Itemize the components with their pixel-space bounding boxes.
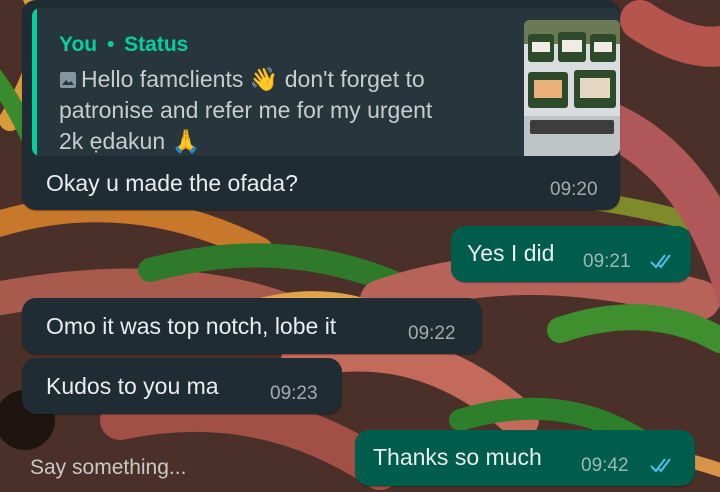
message-bubble-outgoing[interactable]: Yes I did 09:21: [451, 226, 691, 282]
message-text: Thanks so much: [373, 444, 542, 470]
message-bubble-incoming[interactable]: Omo it was top notch, lobe it 09:22: [22, 298, 482, 354]
status-thumbnail: [524, 20, 620, 156]
message-time: 09:42: [581, 455, 629, 476]
message-bubble-outgoing[interactable]: Thanks so much 09:42: [355, 430, 695, 486]
message-text: Yes I did: [467, 240, 555, 266]
message-input[interactable]: Say something...: [0, 440, 355, 492]
quote-text-line: 2k ẹdakun 🙏: [59, 128, 201, 154]
message-bubble-incoming[interactable]: You • Status Hello famclients 👋 don't fo…: [22, 0, 620, 210]
message-text: Kudos to you ma: [46, 373, 219, 399]
quoted-status[interactable]: You • Status Hello famclients 👋 don't fo…: [32, 8, 620, 156]
message-time: 09:22: [408, 323, 456, 344]
image-icon: [60, 72, 76, 88]
message-input-placeholder: Say something...: [30, 456, 187, 479]
quote-author: You • Status: [59, 33, 189, 56]
message-time: 09:21: [583, 251, 631, 272]
quote-accent-bar: [32, 8, 37, 156]
read-receipt-icon: [650, 458, 671, 473]
message-bubble-incoming[interactable]: Kudos to you ma 09:23: [22, 358, 342, 414]
read-receipt-icon: [650, 254, 671, 269]
message-text: Omo it was top notch, lobe it: [46, 313, 337, 339]
message-text: Okay u made the ofada?: [46, 170, 298, 196]
message-time: 09:20: [550, 179, 598, 200]
quote-text-line: Hello famclients 👋 don't forget to: [59, 66, 425, 93]
message-time: 09:23: [270, 383, 318, 404]
quote-text-line: patronise and refer me for my urgent: [59, 97, 433, 123]
